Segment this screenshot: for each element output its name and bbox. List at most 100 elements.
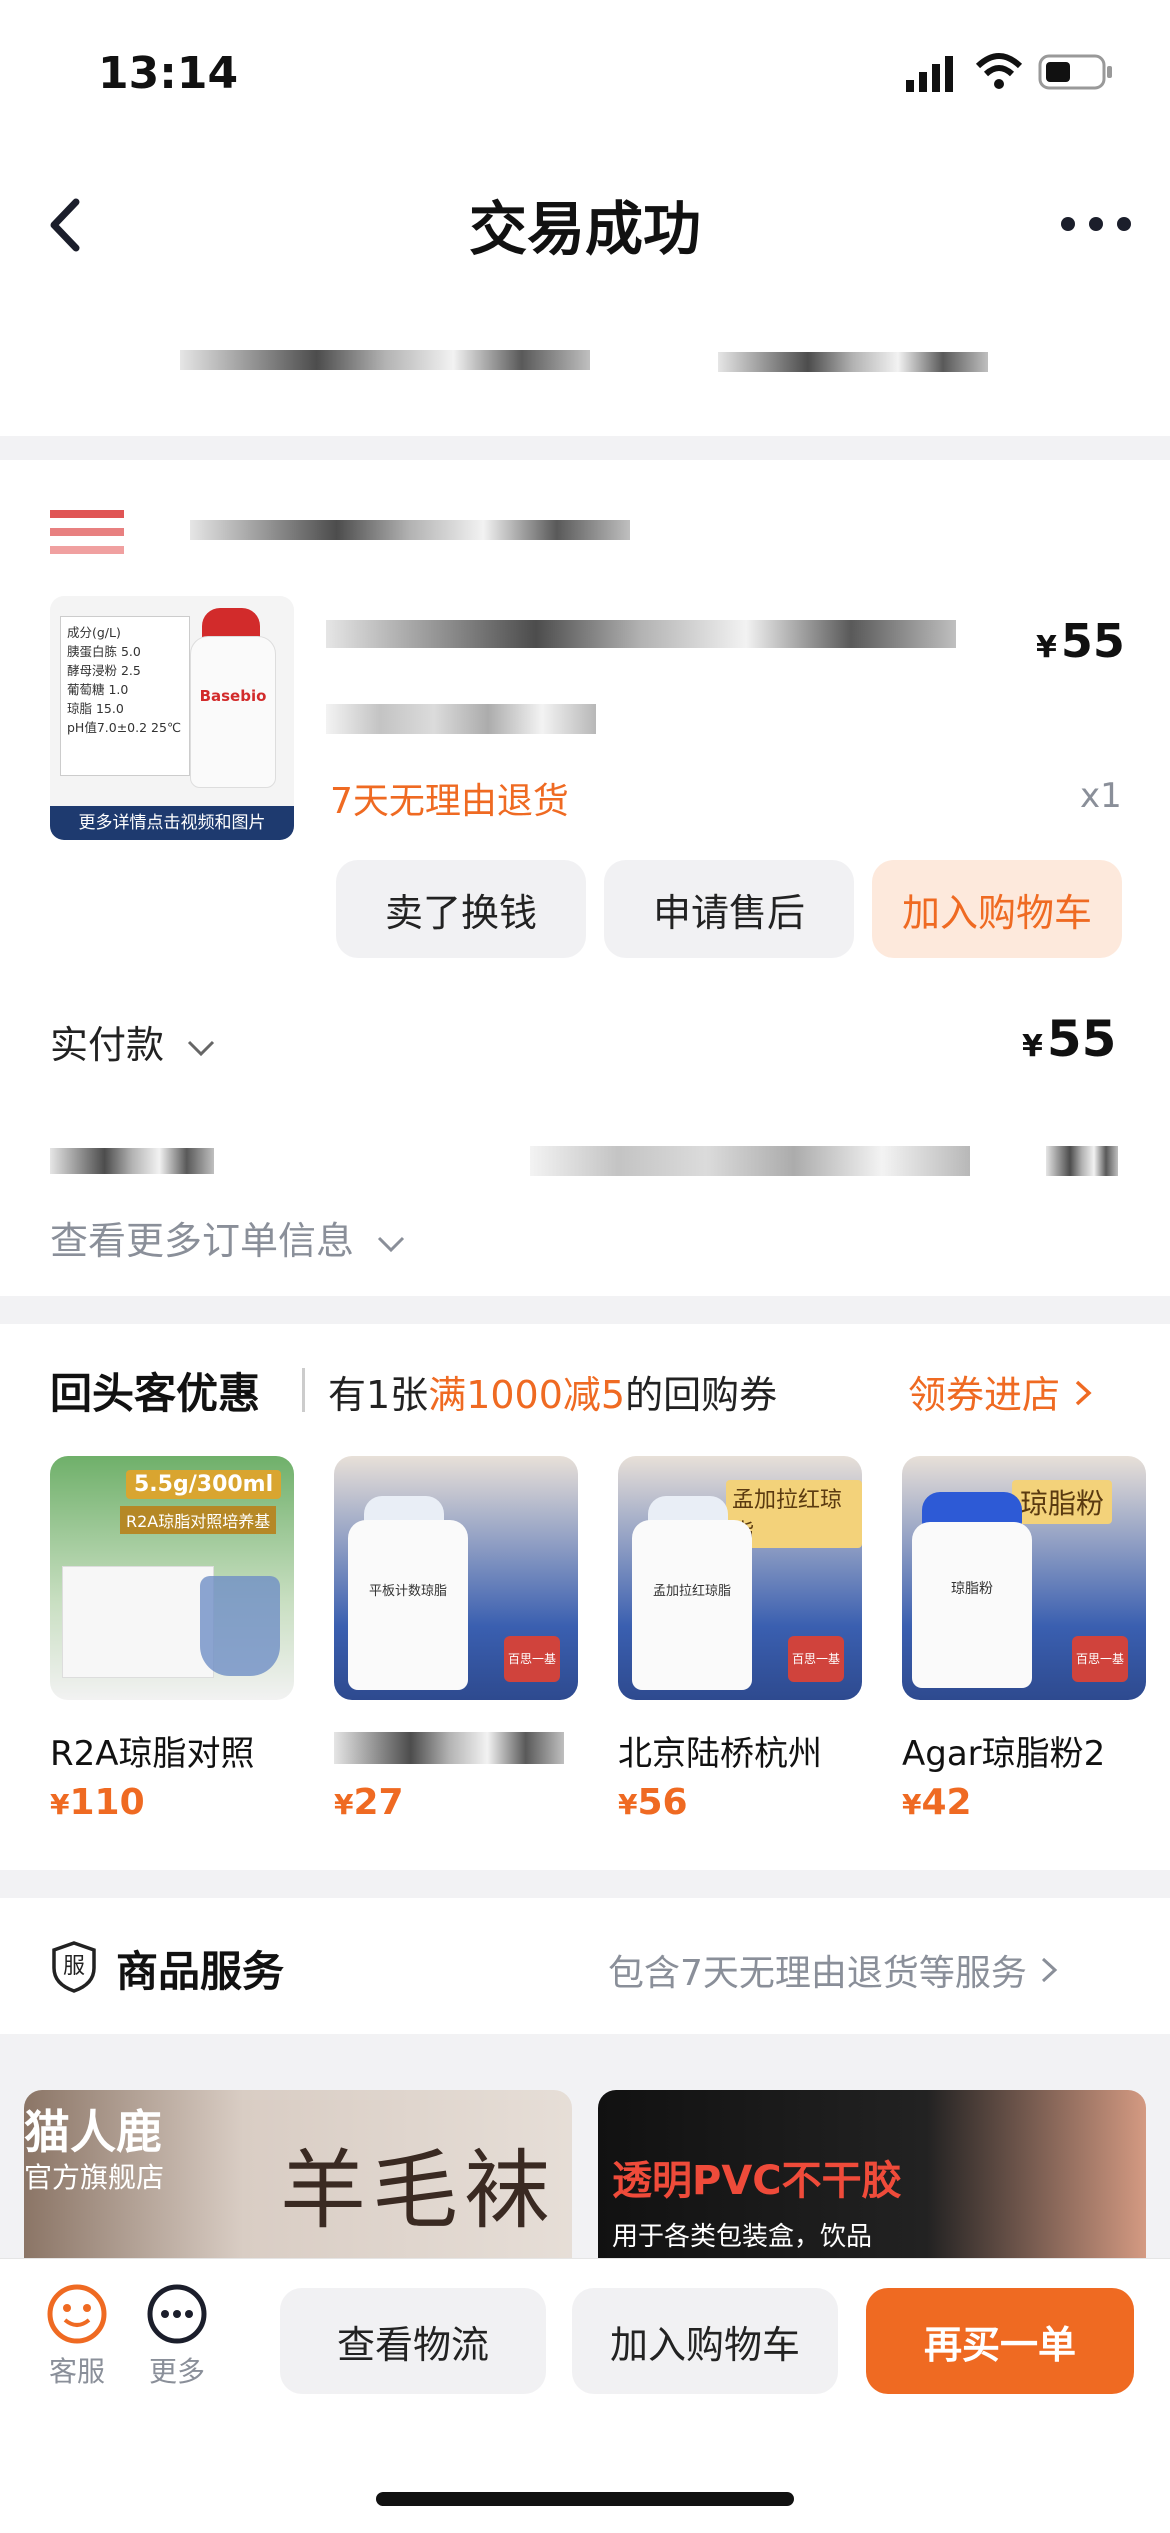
- reco-item-title[interactable]: Agar琼脂粉2: [902, 1726, 1146, 1775]
- service-desc-text: 包含7天无理由退货等服务: [608, 1953, 1027, 1994]
- coupon-prefix: 有1张: [328, 1373, 429, 1417]
- chevron-down-icon: [378, 1236, 405, 1253]
- chevron-right-icon: [1042, 1957, 1058, 1983]
- chevron-right-icon: [1075, 1380, 1092, 1406]
- brand-badge: 百思一基: [1072, 1636, 1128, 1682]
- currency-symbol: ¥: [334, 1788, 354, 1821]
- brand-badge: 百思一基: [788, 1636, 844, 1682]
- ingredient-line: 胰蛋白胨 5.0: [67, 644, 141, 659]
- bottom-add-cart-button[interactable]: 加入购物车: [572, 2288, 838, 2394]
- shop-name-redacted[interactable]: [190, 520, 630, 540]
- reco-item-title[interactable]: 北京陆桥杭州: [618, 1726, 862, 1775]
- reco-tag: 琼脂粉: [1012, 1480, 1113, 1524]
- reco-item-image[interactable]: 5.5g/300ml R2A琼脂对照培养基: [50, 1456, 294, 1700]
- service-icon-text: 服: [62, 1954, 85, 1979]
- more-menu-button[interactable]: [1058, 204, 1134, 244]
- service-title: 商品服务: [116, 1947, 285, 1996]
- ingredient-line: 葡萄糖 1.0: [67, 682, 129, 697]
- redacted-text: [50, 1148, 214, 1174]
- bottle-label: 平板计数琼脂: [368, 1584, 447, 1599]
- bottle: 孟加拉红琼脂: [632, 1520, 752, 1690]
- sell-button[interactable]: 卖了换钱: [336, 860, 586, 958]
- wifi-icon: [975, 52, 1023, 90]
- returning-title: 回头客优惠: [50, 1369, 261, 1418]
- ad-brand: 猫人鹿: [24, 2105, 162, 2159]
- bottle-label: 孟加拉红琼脂: [652, 1584, 731, 1599]
- customer-service-button[interactable]: 客服: [40, 2282, 114, 2392]
- reco-item-image[interactable]: 孟加拉红琼脂 孟加拉红琼脂 百思一基: [618, 1456, 862, 1700]
- get-coupon-link[interactable]: 领券进店: [908, 1364, 1094, 1419]
- status-time: 13:14: [98, 48, 239, 99]
- reco-flask: [200, 1576, 280, 1676]
- reco-item-price: ¥110: [50, 1782, 145, 1823]
- reco-item-title-redacted[interactable]: [334, 1732, 564, 1764]
- paid-value: 55: [1046, 1010, 1117, 1068]
- divider: [302, 1368, 305, 1412]
- customer-service-label: 客服: [48, 2355, 105, 2388]
- get-coupon-label: 领券进店: [908, 1373, 1061, 1417]
- reco-pack: [62, 1566, 214, 1678]
- ingredient-line: 成分(g/L): [67, 625, 121, 640]
- smile-face-icon: [47, 2284, 107, 2344]
- currency-symbol: ¥: [1022, 1029, 1043, 1064]
- reco-item-image[interactable]: 琼脂粉 琼脂粉 百思一基: [902, 1456, 1146, 1700]
- currency-symbol: ¥: [50, 1788, 70, 1821]
- more-dots-icon: [1061, 217, 1131, 231]
- bottle: Basebio: [190, 636, 276, 788]
- currency-symbol: ¥: [902, 1788, 922, 1821]
- ad-headline: 羊毛袜: [280, 2141, 556, 2241]
- ad-sub: 用于各类包装盒，饮品: [612, 2222, 873, 2252]
- reco-item-price: ¥56: [618, 1782, 688, 1823]
- chevron-down-icon: [188, 1040, 215, 1057]
- signal-icon: [906, 56, 956, 92]
- reco-item-title[interactable]: R2A琼脂对照: [50, 1726, 294, 1775]
- bottle-brand: Basebio: [199, 687, 267, 705]
- ingredient-card: 成分(g/L) 胰蛋白胨 5.0 酵母浸粉 2.5 葡萄糖 1.0 琼脂 15.…: [60, 616, 190, 776]
- paid-label-text: 实付款: [50, 1023, 165, 1067]
- view-logistics-button[interactable]: 查看物流: [280, 2288, 546, 2394]
- price-value: 56: [637, 1782, 688, 1823]
- coupon-suffix: 的回购券: [625, 1373, 778, 1417]
- add-to-cart-button[interactable]: 加入购物车: [872, 860, 1122, 958]
- paid-amount: ¥55: [1022, 1010, 1116, 1068]
- after-sale-button[interactable]: 申请售后: [604, 860, 854, 958]
- more-order-info-label: 查看更多订单信息: [50, 1219, 355, 1263]
- return-policy: 7天无理由退货: [330, 781, 569, 822]
- price-value: 27: [353, 1782, 404, 1823]
- currency-symbol: ¥: [618, 1788, 638, 1821]
- redacted-text: [180, 350, 590, 370]
- shop-icon: [50, 508, 124, 558]
- ad-headline: 透明PVC不干胶: [612, 2158, 902, 2204]
- price-value: 110: [69, 1782, 145, 1823]
- reco-tag: 5.5g/300ml: [126, 1470, 282, 1499]
- more-button[interactable]: 更多: [140, 2282, 214, 2392]
- quantity: x1: [1080, 776, 1122, 816]
- battery-icon: [1038, 54, 1114, 90]
- bottle: 琼脂粉: [912, 1522, 1032, 1688]
- ad-sub: 官方旗舰店: [24, 2161, 165, 2194]
- reco-item-image[interactable]: 平板计数琼脂 百思一基: [334, 1456, 578, 1700]
- paid-label[interactable]: 实付款: [50, 1014, 216, 1069]
- redacted-text: [1046, 1146, 1118, 1176]
- more-circle-icon: [147, 2284, 207, 2344]
- coupon-highlight: 满1000减5: [428, 1373, 626, 1417]
- product-title-redacted[interactable]: [326, 620, 956, 648]
- redacted-text: [530, 1146, 970, 1176]
- product-spec-redacted: [326, 704, 596, 734]
- ingredient-line: pH值7.0±0.2 25℃: [67, 720, 181, 735]
- buy-again-button[interactable]: 再买一单: [866, 2288, 1134, 2394]
- brand-badge: 百思一基: [504, 1636, 560, 1682]
- more-label: 更多: [148, 2355, 205, 2388]
- image-caption: 更多详情点击视频和图片: [50, 806, 294, 840]
- more-order-info[interactable]: 查看更多订单信息: [50, 1210, 406, 1265]
- product-price: ¥55: [1036, 614, 1125, 668]
- reco-sub-tag: R2A琼脂对照培养基: [120, 1506, 277, 1534]
- bottle: 平板计数琼脂: [348, 1520, 468, 1690]
- currency-symbol: ¥: [1036, 630, 1057, 665]
- service-desc: 包含7天无理由退货等服务: [608, 1944, 1060, 1996]
- product-image[interactable]: 成分(g/L) 胰蛋白胨 5.0 酵母浸粉 2.5 葡萄糖 1.0 琼脂 15.…: [50, 596, 294, 840]
- redacted-text: [718, 352, 988, 372]
- price-value: 42: [921, 1782, 972, 1823]
- home-indicator[interactable]: [376, 2492, 794, 2506]
- page-title: 交易成功: [468, 195, 701, 263]
